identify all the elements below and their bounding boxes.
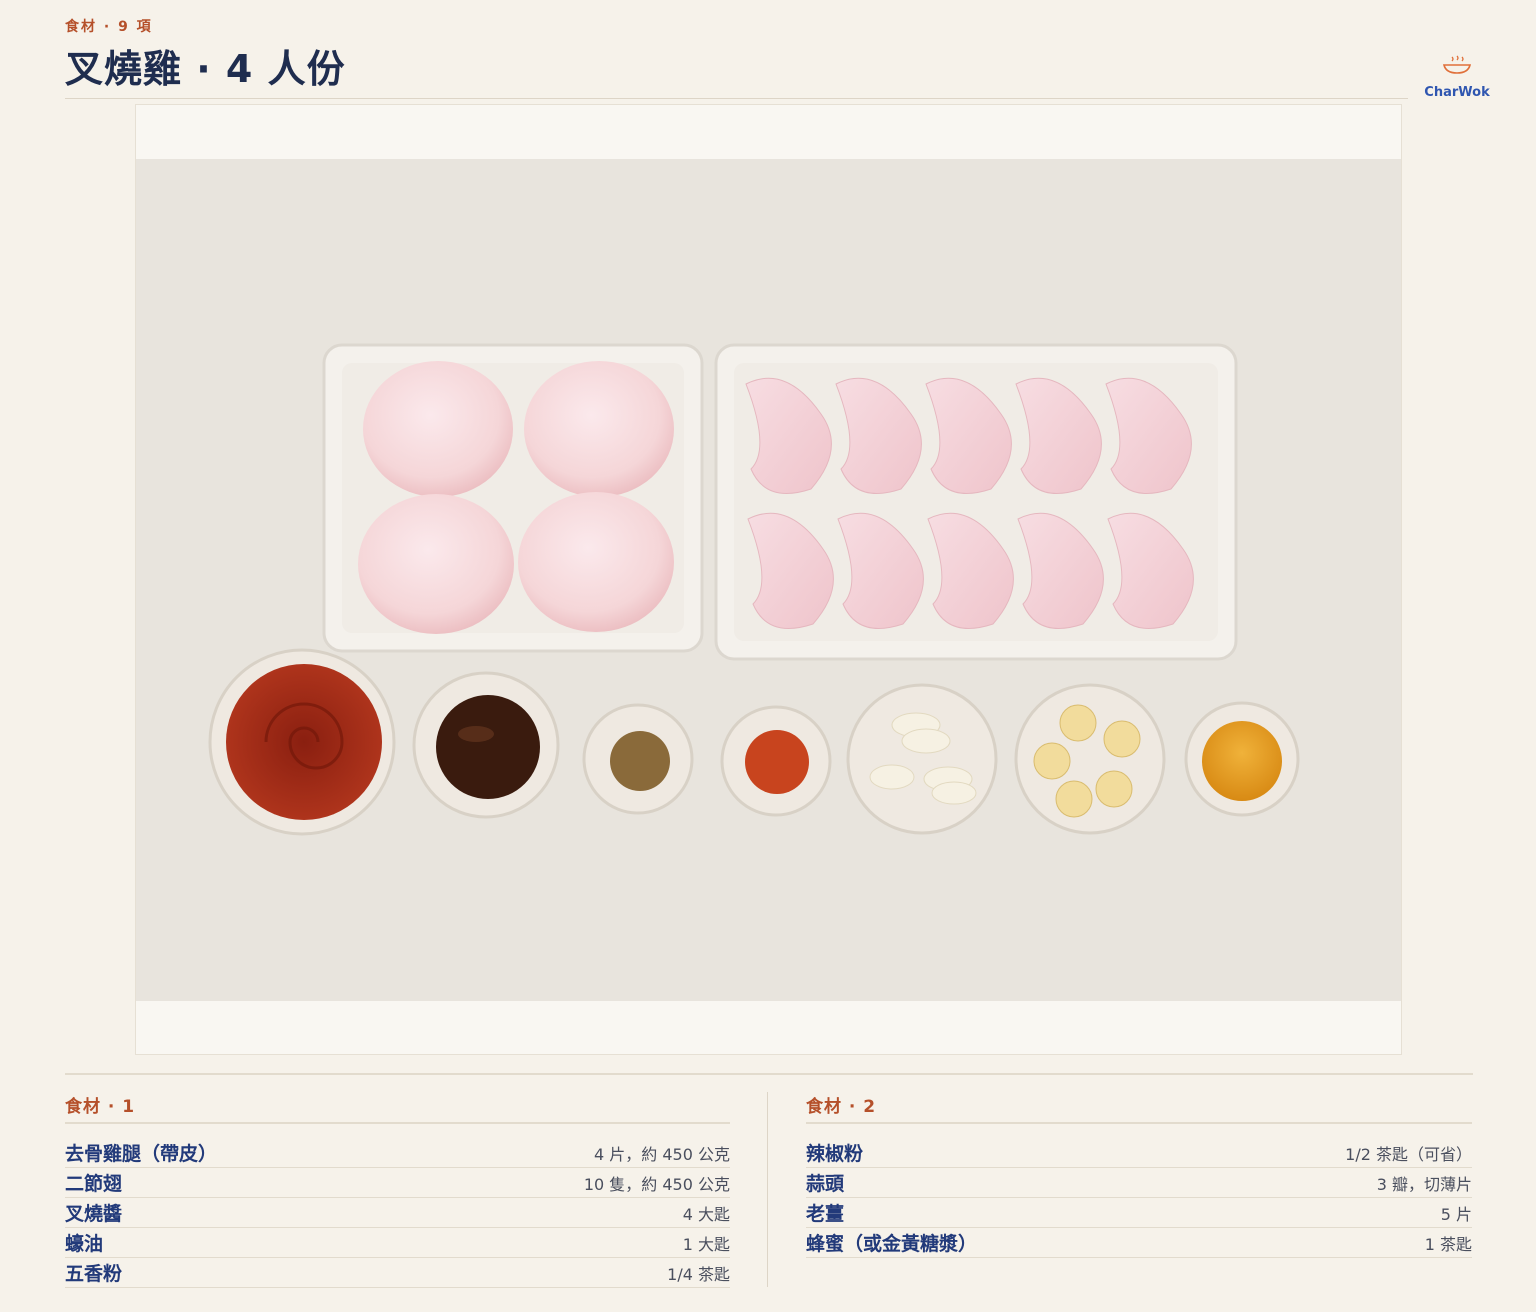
column-heading: 食材 · 2 — [806, 1092, 1472, 1124]
ingredient-quantity: 1/2 茶匙（可省） — [1345, 1144, 1472, 1164]
ingredient-name: 蒜頭 — [806, 1173, 845, 1195]
ingredient-quantity: 4 片，約 450 公克 — [594, 1144, 730, 1164]
ingredient-name: 辣椒粉 — [806, 1143, 864, 1165]
column-heading: 食材 · 1 — [65, 1092, 730, 1124]
page-title: 叉燒雞 · 4 人份 — [65, 47, 346, 91]
ingredient-name: 去骨雞腿（帶皮） — [65, 1143, 218, 1165]
ingredient-quantity: 1 大匙 — [682, 1234, 730, 1254]
ingredient-name: 五香粉 — [65, 1263, 123, 1285]
ingredient-quantity: 3 瓣，切薄片 — [1376, 1174, 1472, 1194]
ingredient-quantity: 5 片 — [1440, 1204, 1472, 1224]
section-divider — [65, 1073, 1473, 1075]
ingredient-name: 蠔油 — [65, 1233, 104, 1255]
ingredient-row: 五香粉 1/4 茶匙 — [65, 1258, 730, 1288]
ingredients-photo — [136, 159, 1401, 1001]
ingredient-name: 老薑 — [806, 1203, 845, 1225]
ingredient-row: 去骨雞腿（帶皮） 4 片，約 450 公克 — [65, 1138, 730, 1168]
ingredient-row: 老薑 5 片 — [806, 1198, 1472, 1228]
ingredients-column-2: 食材 · 2 辣椒粉 1/2 茶匙（可省） 蒜頭 3 瓣，切薄片 老薑 5 片 … — [806, 1092, 1472, 1258]
title-divider — [65, 98, 1408, 99]
ingredient-row: 蜂蜜（或金黃糖漿） 1 茶匙 — [806, 1228, 1472, 1258]
ingredient-name: 蜂蜜（或金黃糖漿） — [806, 1233, 978, 1255]
brand-logo[interactable]: CharWok — [1418, 55, 1496, 100]
steaming-bowl-icon — [1442, 55, 1472, 74]
ingredient-row: 辣椒粉 1/2 茶匙（可省） — [806, 1138, 1472, 1168]
ingredient-quantity: 4 大匙 — [682, 1204, 730, 1224]
ingredient-quantity: 10 隻，約 450 公克 — [583, 1174, 730, 1194]
brand-name: CharWok — [1424, 85, 1490, 100]
ingredient-name: 二節翅 — [65, 1173, 123, 1195]
ingredient-quantity: 1 茶匙 — [1424, 1234, 1472, 1254]
ingredient-quantity: 1/4 茶匙 — [667, 1264, 730, 1284]
ingredient-count: 食材 · 9 項 — [65, 19, 153, 35]
ingredient-row: 叉燒醬 4 大匙 — [65, 1198, 730, 1228]
column-divider — [767, 1092, 768, 1287]
ingredient-name: 叉燒醬 — [65, 1203, 123, 1225]
ingredients-photo-frame — [135, 104, 1402, 1055]
ingredient-row: 蒜頭 3 瓣，切薄片 — [806, 1168, 1472, 1198]
ingredients-column-1: 食材 · 1 去骨雞腿（帶皮） 4 片，約 450 公克 二節翅 10 隻，約 … — [65, 1092, 730, 1288]
ingredient-row: 蠔油 1 大匙 — [65, 1228, 730, 1258]
ingredient-row: 二節翅 10 隻，約 450 公克 — [65, 1168, 730, 1198]
